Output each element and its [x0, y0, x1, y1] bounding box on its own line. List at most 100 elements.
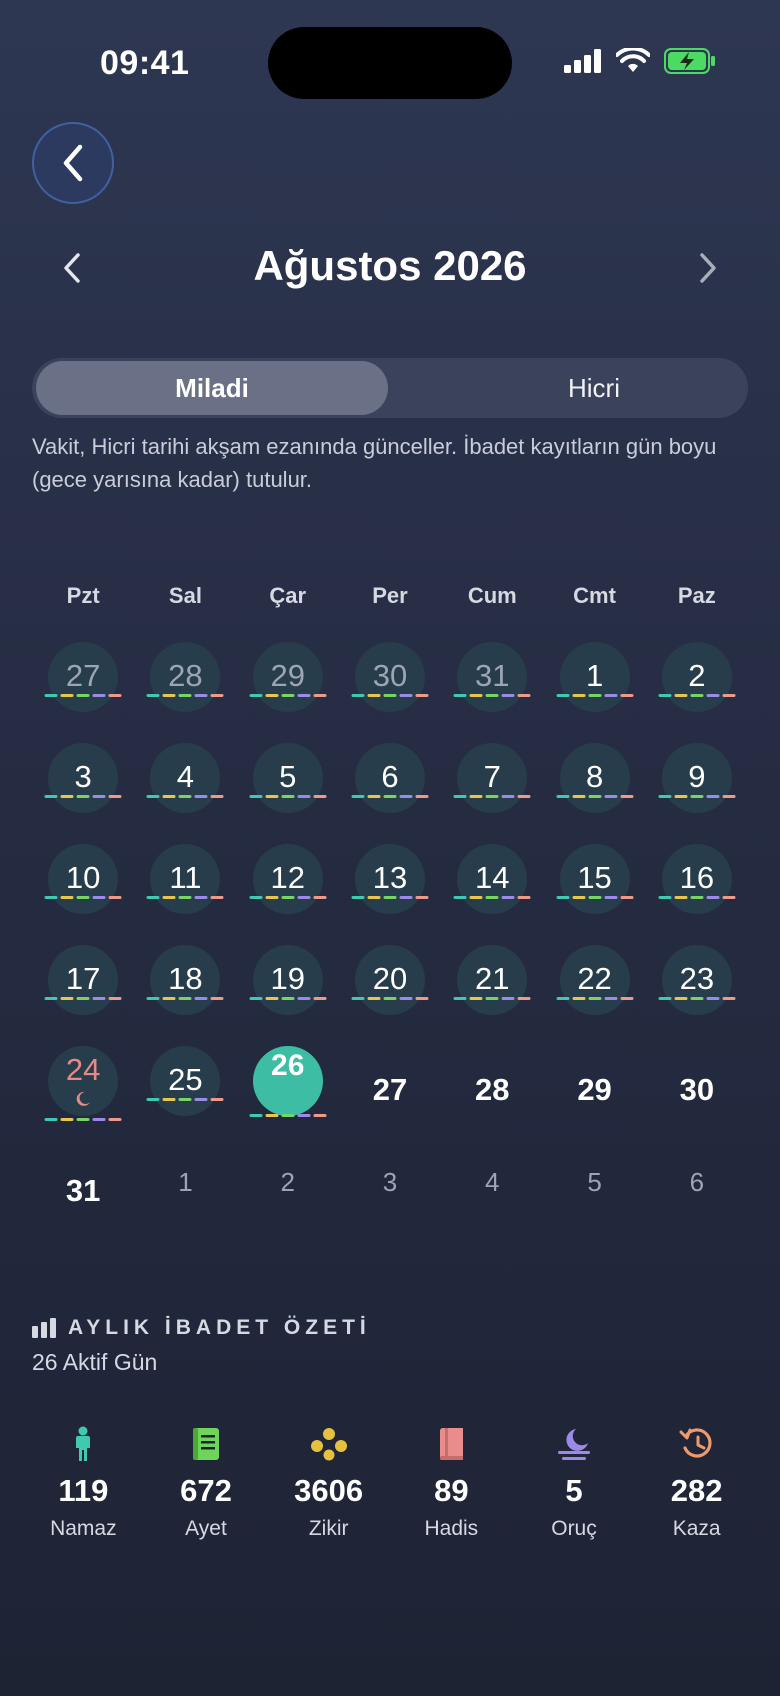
- calendar-day[interactable]: 16: [646, 832, 748, 933]
- activity-indicators: [453, 997, 531, 1000]
- stat-oruc[interactable]: 5 Oruç: [513, 1425, 636, 1541]
- activity-bar: [453, 997, 467, 1000]
- calendar-day[interactable]: 2: [646, 630, 748, 731]
- activity-bar: [658, 997, 672, 1000]
- person-icon: [71, 1425, 95, 1463]
- calendar-day[interactable]: 27: [32, 630, 134, 731]
- activity-bar: [383, 896, 397, 899]
- stat-kaza[interactable]: 282 Kaza: [635, 1425, 758, 1541]
- calendar-day[interactable]: 31: [32, 1135, 134, 1236]
- activity-bar: [674, 694, 688, 697]
- activity-bar: [690, 896, 704, 899]
- history-icon: [679, 1425, 715, 1463]
- activity-bar: [92, 896, 106, 899]
- activity-indicators: [44, 997, 122, 1000]
- day-number: 1: [585, 658, 604, 693]
- activity-bar: [706, 896, 720, 899]
- activity-indicators: [249, 795, 327, 798]
- day-number: 19: [270, 961, 305, 996]
- calendar-day[interactable]: 2: [237, 1135, 339, 1236]
- segment-hicri[interactable]: Hicri: [418, 361, 748, 415]
- day-number: 2: [688, 658, 706, 693]
- calendar-day[interactable]: 30: [646, 1034, 748, 1135]
- calendar-day[interactable]: 7: [441, 731, 543, 832]
- activity-indicators: [351, 795, 429, 798]
- calendar-day[interactable]: 18: [134, 933, 236, 1034]
- calendar-day[interactable]: 13: [339, 832, 441, 933]
- calendar-day[interactable]: 29: [543, 1034, 645, 1135]
- calendar-day[interactable]: 15: [543, 832, 645, 933]
- activity-bar: [313, 795, 327, 798]
- activity-bar: [383, 694, 397, 697]
- bar-chart-icon: [32, 1318, 56, 1338]
- activity-bar: [674, 896, 688, 899]
- calendar-day[interactable]: 17: [32, 933, 134, 1034]
- back-button[interactable]: [32, 122, 114, 204]
- calendar-day[interactable]: 4: [441, 1135, 543, 1236]
- activity-bar: [281, 694, 295, 697]
- activity-bar: [178, 1098, 192, 1101]
- activity-bar: [572, 795, 586, 798]
- calendar-day[interactable]: 9: [646, 731, 748, 832]
- stat-namaz[interactable]: 119 Namaz: [22, 1425, 145, 1541]
- calendar-day[interactable]: 29: [237, 630, 339, 731]
- calendar-day[interactable]: 22: [543, 933, 645, 1034]
- book-open-icon: [190, 1425, 222, 1463]
- stat-value: 5: [565, 1473, 583, 1508]
- activity-indicators: [556, 694, 634, 697]
- calendar-day[interactable]: 27: [339, 1034, 441, 1135]
- calendar-day[interactable]: 28: [441, 1034, 543, 1135]
- activity-bar: [210, 795, 224, 798]
- day-number: 30: [679, 1072, 715, 1107]
- stat-zikir[interactable]: 3606 Zikir: [267, 1425, 390, 1541]
- activity-bar: [415, 694, 429, 697]
- calendar-day[interactable]: 5: [237, 731, 339, 832]
- calendar-day[interactable]: 19: [237, 933, 339, 1034]
- day-number: 17: [65, 961, 101, 996]
- calendar-day[interactable]: 21: [441, 933, 543, 1034]
- activity-bar: [297, 896, 311, 899]
- calendar-day[interactable]: 23: [646, 933, 748, 1034]
- calendar-day[interactable]: 1: [134, 1135, 236, 1236]
- calendar-day[interactable]: 6: [339, 731, 441, 832]
- activity-bar: [178, 997, 192, 1000]
- calendar-day[interactable]: 6: [646, 1135, 748, 1236]
- calendar-day[interactable]: 26: [237, 1034, 339, 1135]
- calendar-day[interactable]: 12: [237, 832, 339, 933]
- calendar-day[interactable]: 31: [441, 630, 543, 731]
- calendar-day[interactable]: 14: [441, 832, 543, 933]
- calendar-day[interactable]: 8: [543, 731, 645, 832]
- activity-bar: [60, 1118, 74, 1121]
- calendar-day[interactable]: 5: [543, 1135, 645, 1236]
- activity-indicators: [146, 896, 224, 899]
- activity-indicators: [249, 896, 327, 899]
- activity-bar: [706, 997, 720, 1000]
- calendar-day[interactable]: 24: [32, 1034, 134, 1135]
- calendar-day[interactable]: 3: [32, 731, 134, 832]
- calendar-day[interactable]: 10: [32, 832, 134, 933]
- summary-title: AYLIK İBADET ÖZETİ: [68, 1316, 371, 1339]
- activity-bar: [108, 997, 122, 1000]
- calendar-day[interactable]: 20: [339, 933, 441, 1034]
- calendar-day[interactable]: 1: [543, 630, 645, 731]
- segment-miladi[interactable]: Miladi: [36, 361, 388, 415]
- stat-hadis[interactable]: 89 Hadis: [390, 1425, 513, 1541]
- activity-bar: [108, 896, 122, 899]
- calendar-day[interactable]: 28: [134, 630, 236, 731]
- weekday-label: Per: [372, 583, 408, 608]
- wifi-icon: [616, 48, 650, 72]
- day-number: 22: [577, 961, 612, 996]
- stat-ayet[interactable]: 672 Ayet: [145, 1425, 268, 1541]
- calendar-day[interactable]: 11: [134, 832, 236, 933]
- calendar-day[interactable]: 30: [339, 630, 441, 731]
- activity-bar: [383, 997, 397, 1000]
- next-month-button[interactable]: [688, 248, 728, 288]
- activity-bar: [674, 997, 688, 1000]
- activity-bar: [658, 795, 672, 798]
- calendar-day[interactable]: 4: [134, 731, 236, 832]
- calendar-day[interactable]: 3: [339, 1135, 441, 1236]
- calendar-day[interactable]: 25: [134, 1034, 236, 1135]
- activity-indicators: [556, 896, 634, 899]
- activity-bar: [620, 896, 634, 899]
- activity-bar: [367, 896, 381, 899]
